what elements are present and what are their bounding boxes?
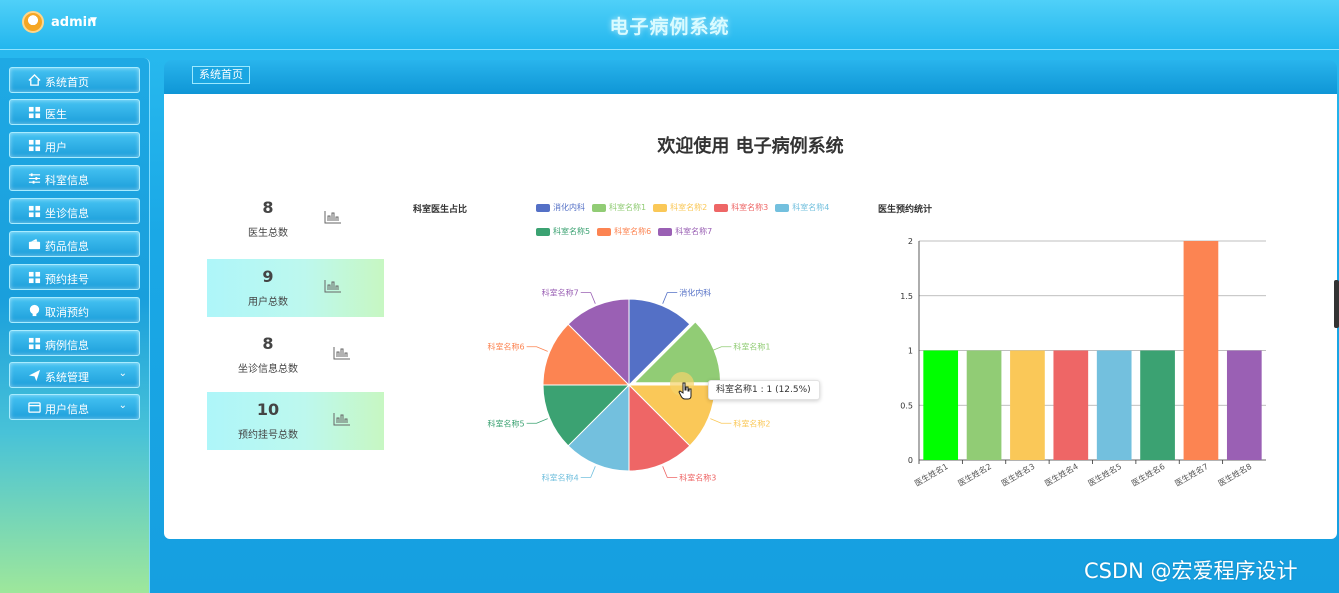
system-title: 电子病例系统 [609, 16, 730, 38]
wallet-icon [28, 238, 41, 250]
sidebar-item-8[interactable]: 取消预约 [9, 297, 140, 323]
bar[interactable] [1096, 350, 1132, 461]
send-icon [28, 369, 41, 382]
sidebar-item-5[interactable]: 坐诊信息 [9, 198, 140, 224]
bar[interactable] [966, 350, 1002, 461]
grid-icon [28, 205, 41, 218]
breadcrumb-item-home[interactable]: 系统首页 [192, 66, 250, 84]
sidebar-item-label: 用户 [45, 141, 67, 154]
sidebar-item-label: 预约挂号 [45, 273, 89, 286]
grid-icon [28, 139, 41, 152]
sidebar-item-label: 科室信息 [45, 174, 89, 187]
sidebar-item-label: 病例信息 [45, 339, 89, 352]
bar-chart: 0 0.5 1 1.5 2 医生姓名1 医生姓名2 医生姓名3 医生姓名4 医生姓名5 医生姓名6 医… [900, 237, 1266, 488]
sidebar-item-2[interactable]: 医生 [9, 99, 140, 125]
y-tick-label: 0.5 [900, 401, 913, 410]
sidebar-item-3[interactable]: 用户 [9, 132, 140, 158]
x-tick-label: 医生姓名1 [913, 461, 950, 488]
x-tick-label: 医生姓名4 [1043, 461, 1080, 488]
bar[interactable] [923, 350, 959, 461]
hand-cursor-icon [678, 382, 692, 400]
sidebar-item-4[interactable]: 科室信息 [9, 165, 140, 191]
y-tick-label: 0 [908, 456, 913, 465]
sliders-icon [28, 173, 41, 184]
sidebar-item-label: 医生 [45, 108, 67, 121]
breadcrumb-bar: 系统首页 [164, 60, 1337, 94]
sidebar-item-6[interactable]: 药品信息 [9, 231, 140, 257]
home-icon [28, 74, 41, 86]
sidebar: 系统首页 医生 用户 科室信息 坐诊信息 药品信息 预约挂号 取消预约 病例信息 系统管理 ⌄ 用户信… [0, 58, 150, 593]
x-tick-label: 医生姓名3 [999, 461, 1036, 488]
watermark: CSDN @宏爱程序设计 [1084, 559, 1298, 583]
sidebar-item-9[interactable]: 病例信息 [9, 330, 140, 356]
bulb-icon [29, 304, 40, 317]
bar[interactable] [1010, 350, 1045, 461]
sidebar-item-11[interactable]: 用户信息 ⌄ [9, 394, 140, 420]
chevron-down-icon: ⌄ [118, 368, 127, 379]
sidebar-item-1[interactable]: 系统首页 [9, 67, 140, 93]
sidebar-item-label: 系统首页 [45, 76, 89, 89]
bar[interactable] [1140, 350, 1175, 461]
sidebar-item-label: 药品信息 [45, 240, 89, 253]
sidebar-item-label: 系统管理 [45, 371, 89, 384]
bar[interactable] [1053, 350, 1089, 461]
y-tick-label: 1 [908, 347, 913, 356]
bar[interactable] [1183, 241, 1219, 460]
grid-icon [28, 106, 41, 119]
x-tick-label: 医生姓名2 [956, 461, 993, 488]
x-tick-label: 医生姓名7 [1173, 461, 1210, 488]
sidebar-item-label: 取消预约 [45, 306, 89, 319]
chart-tooltip: 科室名称1 : 1 (12.5%) [708, 380, 820, 400]
x-tick-label: 医生姓名5 [1086, 461, 1123, 488]
x-tick-label: 医生姓名6 [1129, 461, 1166, 488]
y-tick-label: 1.5 [900, 292, 913, 301]
sidebar-item-7[interactable]: 预约挂号 [9, 264, 140, 290]
sidebar-item-label: 坐诊信息 [45, 207, 89, 220]
grid-icon [28, 271, 41, 284]
sidebar-item-10[interactable]: 系统管理 ⌄ [9, 362, 140, 388]
sidebar-item-label: 用户信息 [45, 403, 89, 416]
x-tick-label: 医生姓名8 [1216, 461, 1253, 488]
grid-icon [28, 337, 41, 350]
card-icon [28, 402, 41, 413]
chevron-down-icon: ⌄ [118, 400, 127, 411]
bar[interactable] [1226, 350, 1262, 461]
y-tick-label: 2 [908, 237, 913, 246]
main-panel: 欢迎使用 电子病例系统 8 医生总数 9 用户总数 8 坐诊信息总数 10 预约… [164, 94, 1337, 539]
top-header: admin ▼ 电子病例系统 [0, 0, 1339, 50]
scrollbar-thumb[interactable] [1334, 280, 1339, 328]
